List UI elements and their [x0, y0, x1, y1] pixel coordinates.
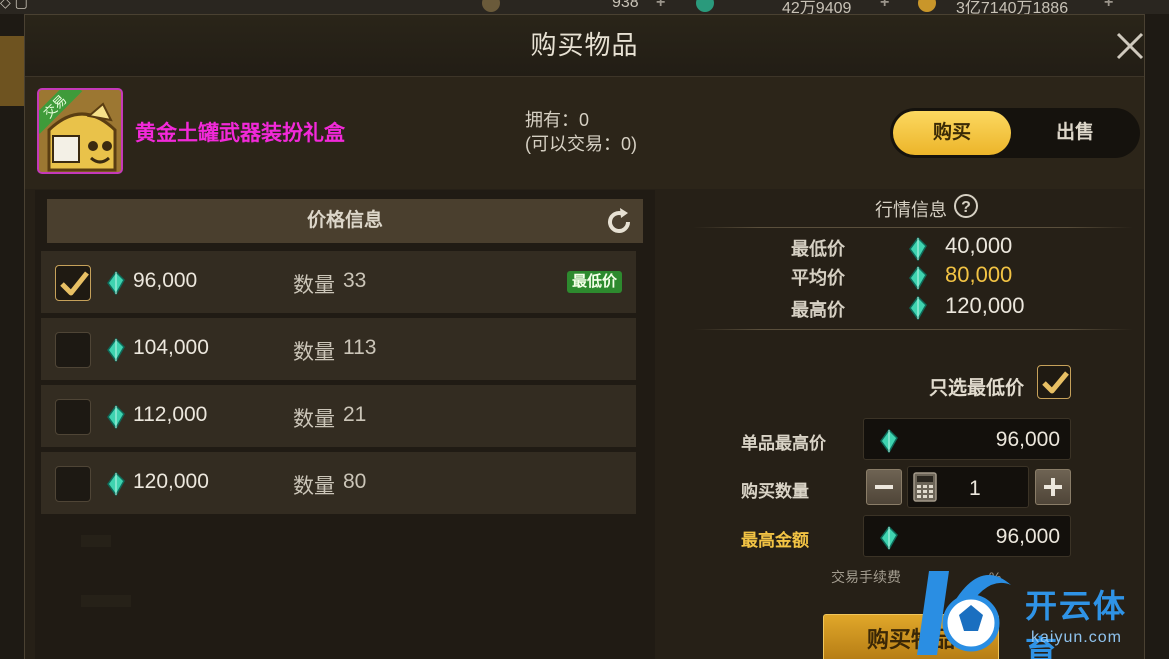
- listing-checkbox[interactable]: [55, 332, 91, 368]
- hud-plus-button-1[interactable]: +: [656, 0, 665, 12]
- watermark-url: kaiyun.com: [1031, 629, 1122, 646]
- max-unit-price-value: 96,000: [995, 428, 1060, 451]
- buy-sell-toggle: 购买 出售: [890, 108, 1140, 158]
- ghost-text: [81, 535, 111, 547]
- only-lowest-checkbox[interactable]: [1037, 365, 1071, 399]
- listing-checkbox[interactable]: [55, 399, 91, 435]
- divider: [693, 227, 1133, 228]
- svg-text:?: ?: [961, 199, 971, 216]
- top-hud: ◇ ▢ 938 + 42万9409 + 3亿7140万1886 +: [0, 0, 1169, 14]
- owned-info: 拥有：0 (可以交易：0): [525, 108, 637, 156]
- plus-icon: [1044, 478, 1062, 496]
- increase-quantity-button[interactable]: [1035, 469, 1071, 505]
- buy-item-dialog: 购买物品 交易 黄金土罐武器装扮礼盒 拥有：0 (可以交易：0) 购买 出售 价…: [24, 14, 1145, 659]
- listing-price: 112,000: [133, 403, 208, 426]
- decrease-quantity-button[interactable]: [866, 469, 902, 505]
- highest-price-label: 最高价: [791, 300, 845, 320]
- listing-checkbox[interactable]: [55, 466, 91, 502]
- listing-quantity: 80: [343, 470, 367, 493]
- hud-gold-coin-icon: [918, 0, 936, 12]
- quantity-label: 数量: [293, 341, 335, 364]
- background-left: [0, 14, 24, 659]
- listing-price: 120,000: [133, 470, 209, 493]
- quantity-label: 数量: [293, 475, 335, 498]
- max-unit-price-input[interactable]: 96,000: [863, 418, 1071, 460]
- background-right: [1145, 14, 1169, 659]
- gem-icon: [107, 472, 125, 496]
- price-info-header: 价格信息: [47, 199, 643, 243]
- market-info-header: 行情信息: [693, 193, 1113, 229]
- tab-sell[interactable]: 出售: [1015, 111, 1135, 155]
- max-total-field: 96,000: [863, 515, 1071, 557]
- lowest-price-label: 最低价: [791, 239, 845, 259]
- listing-row[interactable]: 112,000 数量 21: [41, 385, 636, 447]
- max-total-value: 96,000: [995, 525, 1060, 548]
- calculator-icon[interactable]: [911, 471, 939, 503]
- watermark-logo-icon: [917, 571, 1011, 655]
- minus-icon: [875, 485, 893, 489]
- gem-icon: [880, 526, 898, 550]
- divider: [693, 329, 1133, 330]
- hud-value-1: 938: [612, 0, 639, 11]
- listing-row[interactable]: 120,000 数量 80: [41, 452, 636, 514]
- price-listing-panel: 价格信息 96,000 数量 33 最低价 104,000 数量 113 112…: [35, 190, 655, 659]
- gem-icon: [107, 271, 125, 295]
- hud-value-3: 3亿7140万1886: [956, 0, 1069, 14]
- hud-currency-icon-1: [482, 0, 500, 12]
- item-info-row: 交易 黄金土罐武器装扮礼盒 拥有：0 (可以交易：0) 购买 出售: [25, 77, 1144, 189]
- market-info-title: 行情信息: [875, 200, 947, 220]
- dialog-title: 购买物品: [530, 30, 639, 60]
- tradeable-count: (可以交易：0): [525, 134, 637, 154]
- average-price-value: 80,000: [945, 262, 1013, 287]
- quantity-label: 购买数量: [741, 482, 809, 501]
- quantity-label: 数量: [293, 274, 335, 297]
- quantity-value: 1: [969, 477, 981, 500]
- gem-icon: [909, 237, 927, 261]
- item-icon[interactable]: 交易: [37, 88, 123, 174]
- listing-price: 96,000: [133, 269, 198, 292]
- gem-icon: [880, 429, 898, 453]
- hud-plus-button-2[interactable]: +: [880, 0, 889, 12]
- hud-plus-button-3[interactable]: +: [1104, 0, 1113, 12]
- watermark-text: 开云体育: [1025, 588, 1128, 659]
- listing-quantity: 33: [343, 269, 367, 292]
- tab-buy[interactable]: 购买: [893, 111, 1011, 155]
- checkmark-icon: [1042, 371, 1069, 394]
- close-icon[interactable]: [1113, 29, 1147, 63]
- refresh-icon[interactable]: [604, 207, 634, 237]
- help-icon[interactable]: ?: [953, 193, 979, 219]
- average-price-label: 平均价: [791, 268, 845, 288]
- max-total-label: 最高金额: [741, 531, 809, 550]
- lowest-price-badge: 最低价: [567, 271, 623, 293]
- max-unit-price-label: 单品最高价: [741, 434, 826, 453]
- ghost-text: [81, 595, 131, 607]
- highest-price-value: 120,000: [945, 293, 1025, 318]
- gem-icon: [909, 296, 927, 320]
- listing-quantity: 21: [343, 403, 367, 426]
- price-info-title: 价格信息: [306, 210, 383, 231]
- hud-gem-icon: [696, 0, 714, 12]
- gem-icon: [107, 338, 125, 362]
- gem-icon: [909, 266, 927, 290]
- hud-value-2: 42万9409: [782, 0, 852, 14]
- dialog-title-bar: 购买物品: [25, 15, 1144, 77]
- checkmark-icon: [60, 271, 89, 296]
- listing-row[interactable]: 96,000 数量 33 最低价: [41, 251, 636, 313]
- listing-price: 104,000: [133, 336, 209, 359]
- gem-icon: [107, 405, 125, 429]
- fee-note-text: 交易手续费: [831, 569, 901, 585]
- item-name: 黄金土罐武器装扮礼盒: [135, 122, 345, 145]
- owned-count: 拥有：0: [525, 110, 590, 130]
- listing-row[interactable]: 104,000 数量 113: [41, 318, 636, 380]
- quantity-label: 数量: [293, 408, 335, 431]
- lowest-price-value: 40,000: [945, 233, 1013, 258]
- only-lowest-label: 只选最低价: [929, 378, 1025, 399]
- listing-checkbox[interactable]: [55, 265, 91, 301]
- listing-quantity: 113: [343, 336, 377, 359]
- hud-menu-icon[interactable]: ◇ ▢: [0, 0, 28, 11]
